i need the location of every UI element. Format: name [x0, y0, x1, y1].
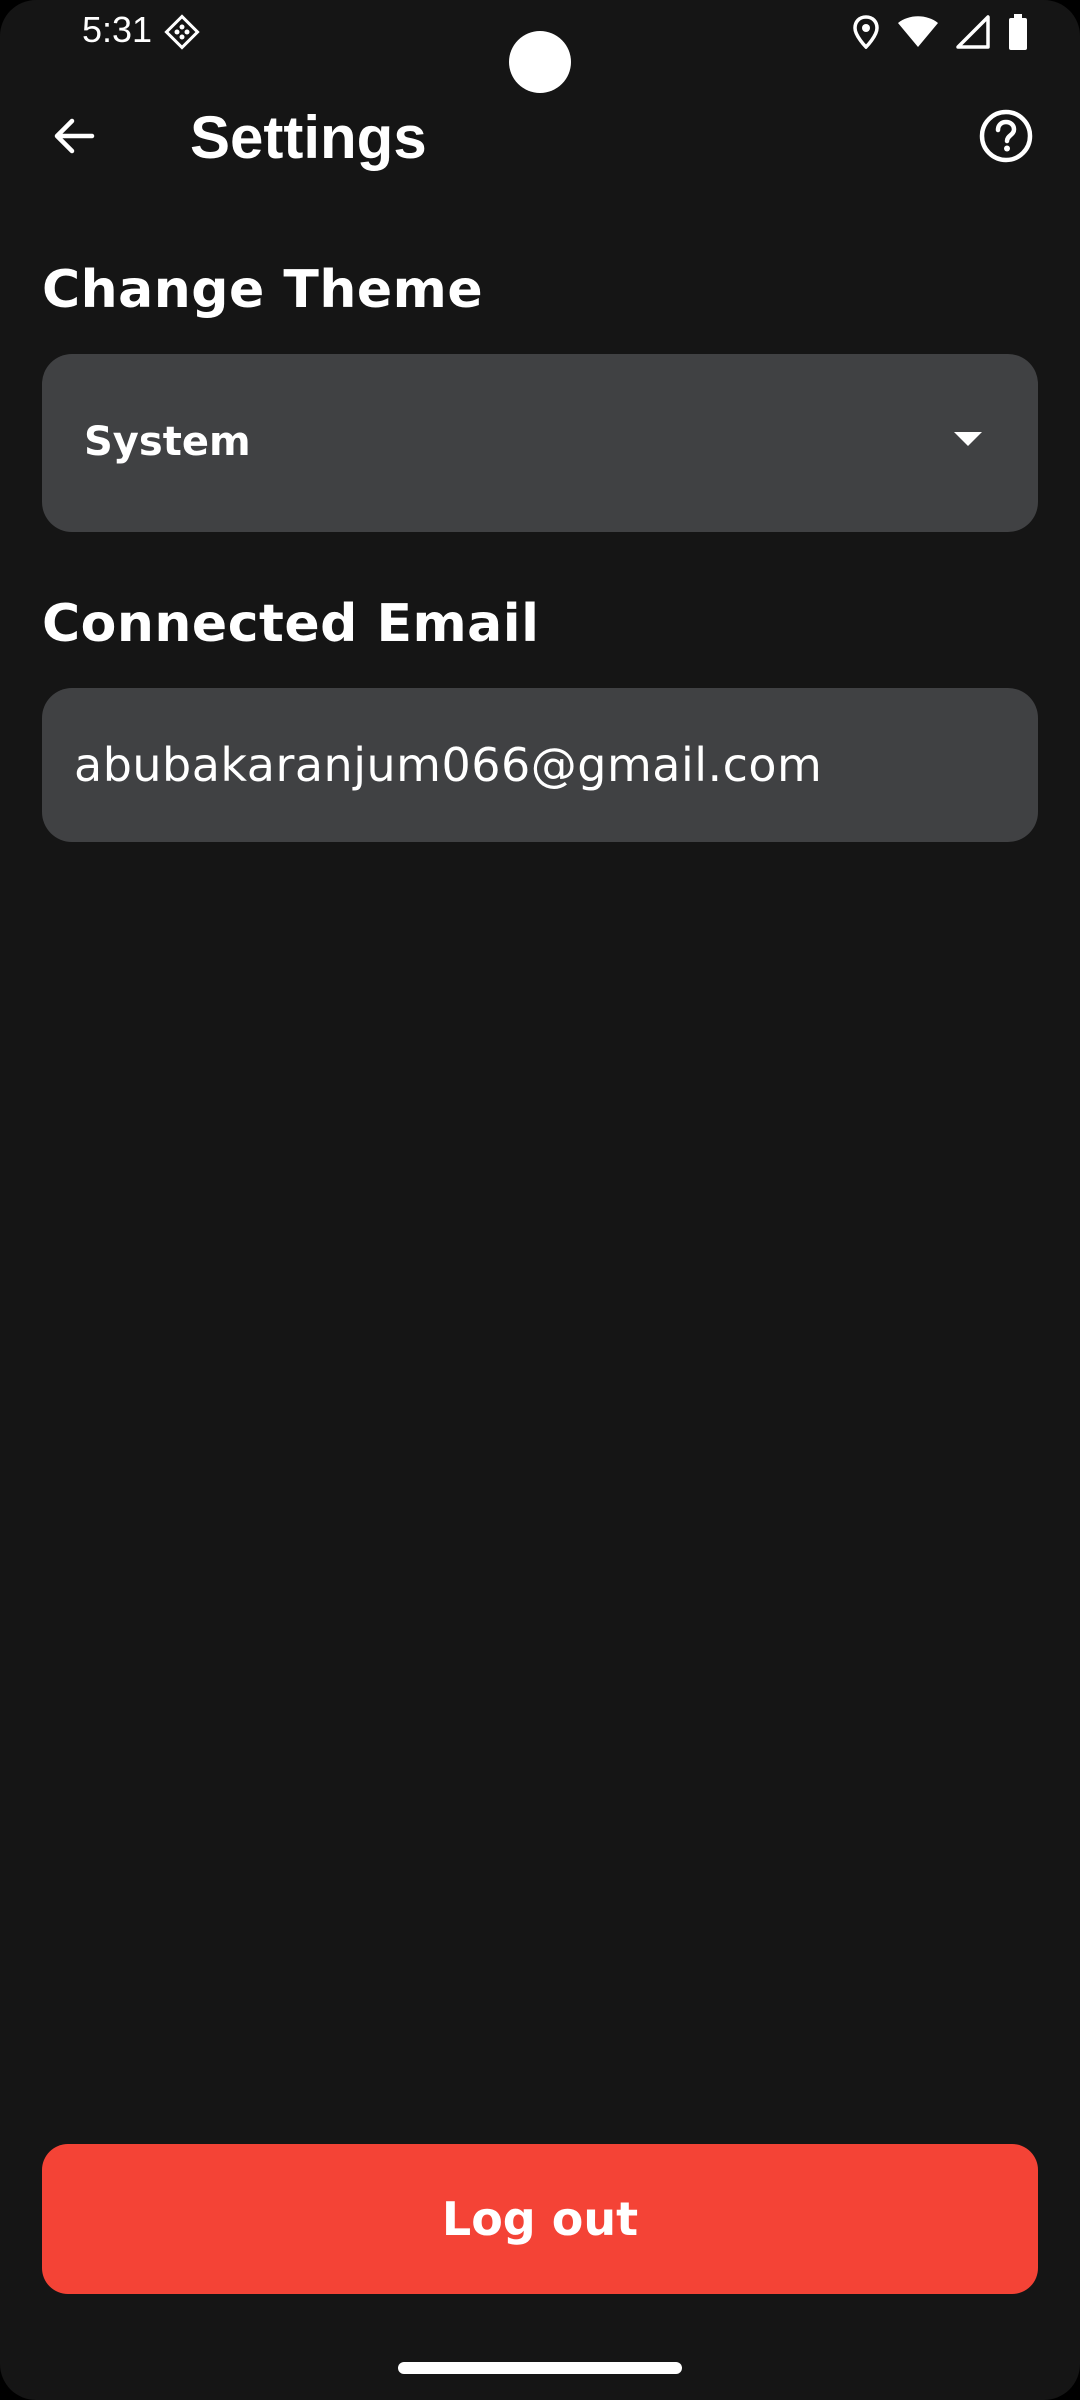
- home-indicator[interactable]: [398, 2362, 682, 2374]
- connected-email-label: Connected Email: [42, 594, 540, 654]
- location-icon: [852, 15, 880, 49]
- email-value: abubakaranjum066@gmail.com: [74, 738, 823, 792]
- app-bar: Settings: [0, 92, 1080, 182]
- logout-button[interactable]: Log out: [42, 2144, 1038, 2294]
- arrow-back-icon: [50, 112, 98, 165]
- status-time: 5:31: [82, 9, 153, 50]
- page-title: Settings: [190, 104, 427, 171]
- status-icons: [852, 14, 1028, 50]
- status-bar: 5:31: [0, 0, 1080, 93]
- theme-selected-value: System: [84, 419, 251, 465]
- help-circle-icon: [978, 108, 1034, 169]
- signal-icon: [956, 15, 990, 49]
- camera-cutout: [509, 31, 571, 93]
- settings-screen: 5:31 Settings Change Theme System Connec…: [0, 0, 1080, 2400]
- help-button[interactable]: [968, 100, 1044, 176]
- change-theme-label: Change Theme: [42, 260, 484, 320]
- wifi-icon: [898, 16, 938, 48]
- theme-dropdown[interactable]: System: [42, 354, 1038, 532]
- email-field: abubakaranjum066@gmail.com: [42, 688, 1038, 842]
- dropdown-arrow-icon: [954, 432, 982, 446]
- back-button[interactable]: [36, 100, 112, 176]
- battery-icon: [1008, 14, 1028, 50]
- app-notification-icon: [163, 13, 201, 51]
